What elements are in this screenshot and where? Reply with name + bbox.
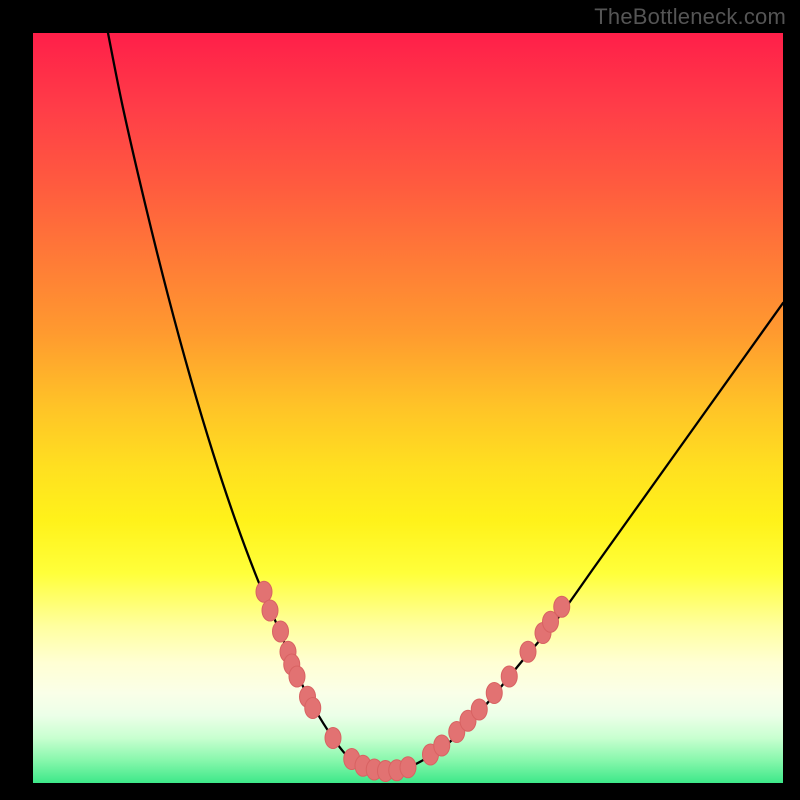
chart-marker xyxy=(325,728,341,749)
chart-marker xyxy=(273,621,289,642)
chart-marker xyxy=(400,757,416,778)
chart-marker xyxy=(471,699,487,720)
chart-marker xyxy=(554,596,570,617)
bottleneck-curve xyxy=(108,33,783,771)
chart-frame: TheBottleneck.com xyxy=(0,0,800,800)
chart-marker xyxy=(486,683,502,704)
chart-marker xyxy=(434,735,450,756)
chart-marker xyxy=(520,641,536,662)
chart-marker xyxy=(501,666,517,687)
chart-marker xyxy=(289,666,305,687)
watermark-text: TheBottleneck.com xyxy=(594,4,786,30)
chart-markers xyxy=(256,581,570,781)
chart-marker xyxy=(305,698,321,719)
chart-plot-area xyxy=(33,33,783,783)
chart-svg xyxy=(33,33,783,783)
chart-marker xyxy=(262,600,278,621)
chart-marker xyxy=(256,581,272,602)
